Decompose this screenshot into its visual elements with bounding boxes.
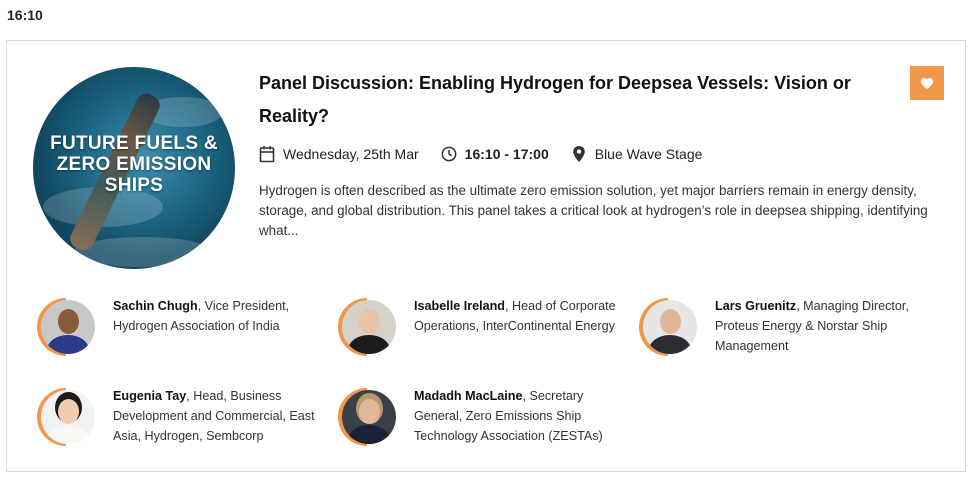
session-description: Hydrogen is often described as the ultim… [259,183,928,238]
location-pin-icon [572,146,585,162]
session-time-header: 16:10 [7,7,43,23]
session-location: Blue Wave Stage [594,146,703,162]
speaker-info: Sachin Chugh, Vice President, Hydrogen A… [113,296,328,336]
speaker-name[interactable]: Madadh MacLaine [414,389,522,403]
avatar [37,388,95,446]
avatar [338,298,396,356]
speaker-name[interactable]: Lars Gruenitz [715,299,796,313]
session-time-range: 16:10 - 17:00 [464,146,549,162]
session-card[interactable]: FUTURE FUELS & ZERO EMISSION SHIPS Panel… [6,40,966,472]
speaker-name[interactable]: Eugenia Tay [113,389,186,403]
session-date: Wednesday, 25th Mar [283,146,419,162]
speaker-info: Eugenia Tay, Head, Business Development … [113,386,328,446]
heart-icon [920,77,934,89]
avatar [639,298,697,356]
session-title[interactable]: Panel Discussion: Enabling Hydrogen for … [259,67,869,133]
speaker-info: Isabelle Ireland, Head of Corporate Oper… [414,296,629,336]
speaker-name[interactable]: Isabelle Ireland [414,299,505,313]
speaker-info: Lars Gruenitz, Managing Director, Proteu… [715,296,930,356]
session-meta: Wednesday, 25th Mar 16:10 - 17:00 Blue W… [259,145,702,163]
session-thumbnail[interactable]: FUTURE FUELS & ZERO EMISSION SHIPS [33,67,235,269]
speaker-info: Madadh MacLaine, Secretary General, Zero… [414,386,629,446]
thumbnail-caption: FUTURE FUELS & ZERO EMISSION SHIPS [50,133,218,196]
favorite-button[interactable] [910,66,944,100]
clock-icon [441,146,457,162]
avatar [37,298,95,356]
speaker-name[interactable]: Sachin Chugh [113,299,198,313]
calendar-icon [259,146,275,163]
avatar [338,388,396,446]
